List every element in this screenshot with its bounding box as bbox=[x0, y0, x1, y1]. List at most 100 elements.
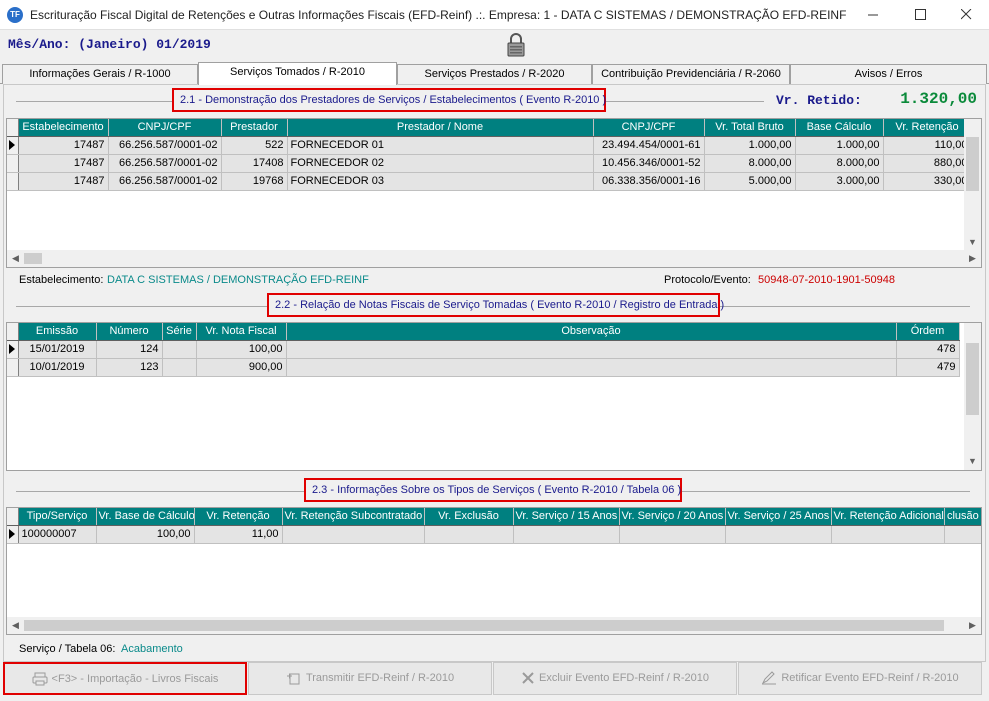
col-header[interactable]: Emissão bbox=[18, 323, 97, 341]
cell[interactable]: 522 bbox=[221, 136, 288, 155]
table-row[interactable]: 17487 66.256.587/0001-02 522 FORNECEDOR … bbox=[7, 136, 972, 155]
cell[interactable]: 17487 bbox=[18, 136, 109, 155]
cell[interactable]: 66.256.587/0001-02 bbox=[108, 172, 222, 191]
cell[interactable] bbox=[286, 340, 897, 359]
excluir-button[interactable]: Excluir Evento EFD-Reinf / R-2010 bbox=[493, 662, 737, 695]
cell[interactable] bbox=[162, 340, 197, 359]
cell[interactable]: 06.338.356/0001-16 bbox=[593, 172, 705, 191]
cell[interactable]: 8.000,00 bbox=[795, 154, 884, 173]
close-button[interactable] bbox=[943, 0, 989, 30]
cell[interactable]: 479 bbox=[896, 358, 960, 377]
col-header[interactable]: Vr. Serviço / 20 Anos bbox=[619, 508, 726, 526]
cell[interactable]: 123 bbox=[96, 358, 163, 377]
tab-servicos-prestados[interactable]: Serviços Prestados / R-2020 bbox=[397, 64, 592, 84]
col-header[interactable]: Vr. Nota Fiscal bbox=[196, 323, 287, 341]
minimize-button[interactable] bbox=[850, 0, 896, 30]
cell[interactable]: 900,00 bbox=[196, 358, 287, 377]
vertical-scrollbar[interactable]: ▼ bbox=[964, 119, 981, 251]
cell[interactable]: 23.494.454/0001-61 bbox=[593, 136, 705, 155]
cell[interactable]: 17487 bbox=[18, 154, 109, 173]
cell[interactable]: 11,00 bbox=[194, 525, 283, 544]
scroll-left-icon[interactable]: ◀ bbox=[7, 250, 24, 267]
tab-servicos-tomados[interactable]: Serviços Tomados / R-2010 bbox=[198, 62, 397, 85]
col-header[interactable]: Tipo/Serviço bbox=[18, 508, 97, 526]
col-header[interactable]: CNPJ/CPF bbox=[108, 119, 222, 137]
cell[interactable]: 124 bbox=[96, 340, 163, 359]
col-header[interactable]: Vr. Total Bruto bbox=[704, 119, 796, 137]
cell[interactable]: FORNECEDOR 01 bbox=[287, 136, 594, 155]
transmitir-button[interactable]: Transmitir EFD-Reinf / R-2010 bbox=[248, 662, 492, 695]
col-header[interactable]: clusão Ac bbox=[944, 508, 981, 526]
vertical-scrollbar[interactable]: ▼ bbox=[964, 323, 981, 470]
tab-avisos-erros[interactable]: Avisos / Erros bbox=[790, 64, 987, 84]
cell[interactable]: 3.000,00 bbox=[795, 172, 884, 191]
retificar-button[interactable]: Retificar Evento EFD-Reinf / R-2010 bbox=[738, 662, 982, 695]
col-header[interactable]: Observação bbox=[286, 323, 897, 341]
table-row[interactable]: 15/01/2019 124 100,00 478 bbox=[7, 340, 960, 359]
cell[interactable]: 17408 bbox=[221, 154, 288, 173]
cell[interactable]: 10.456.346/0001-52 bbox=[593, 154, 705, 173]
table-row[interactable]: 100000007 100,00 11,00 bbox=[7, 525, 981, 544]
importacao-button[interactable]: <F3> - Importação - Livros Fiscais bbox=[3, 662, 247, 695]
cell[interactable]: 5.000,00 bbox=[704, 172, 796, 191]
col-header[interactable]: Vr. Base de Cálculo bbox=[96, 508, 195, 526]
cell[interactable]: 8.000,00 bbox=[704, 154, 796, 173]
col-header[interactable]: Vr. Retenção Adicional bbox=[831, 508, 945, 526]
tab-contribuicao-previdenciaria[interactable]: Contribuição Previdenciária / R-2060 bbox=[592, 64, 790, 84]
scroll-down-icon[interactable]: ▼ bbox=[964, 234, 981, 251]
cell[interactable]: 1.000,00 bbox=[704, 136, 796, 155]
cell[interactable] bbox=[424, 525, 514, 544]
col-header[interactable]: CNPJ/CPF bbox=[593, 119, 705, 137]
lock-icon[interactable] bbox=[505, 32, 527, 58]
cell[interactable]: 19768 bbox=[221, 172, 288, 191]
cell[interactable]: 100000007 bbox=[18, 525, 97, 544]
cell[interactable]: FORNECEDOR 02 bbox=[287, 154, 594, 173]
cell[interactable]: FORNECEDOR 03 bbox=[287, 172, 594, 191]
table-row[interactable]: 17487 66.256.587/0001-02 17408 FORNECEDO… bbox=[7, 154, 972, 173]
col-header[interactable]: Vr. Exclusão bbox=[424, 508, 514, 526]
col-header[interactable]: Vr. Serviço / 15 Anos bbox=[513, 508, 620, 526]
horizontal-scrollbar[interactable]: ◀ ▶ bbox=[7, 617, 981, 634]
col-header[interactable]: Base Cálculo bbox=[795, 119, 884, 137]
cell[interactable]: 100,00 bbox=[96, 525, 195, 544]
cell[interactable]: 15/01/2019 bbox=[18, 340, 97, 359]
cell[interactable]: 330,00 bbox=[883, 172, 972, 191]
horizontal-scrollbar[interactable]: ◀ ▶ bbox=[7, 250, 981, 267]
cell[interactable]: 1.000,00 bbox=[795, 136, 884, 155]
table-row[interactable]: 10/01/2019 123 900,00 479 bbox=[7, 358, 960, 377]
col-header[interactable]: Vr. Retenção Subcontratado bbox=[282, 508, 425, 526]
scroll-right-icon[interactable]: ▶ bbox=[964, 250, 981, 267]
cell[interactable] bbox=[831, 525, 945, 544]
cell[interactable] bbox=[282, 525, 425, 544]
scroll-thumb[interactable] bbox=[24, 620, 944, 631]
col-header[interactable]: Série bbox=[162, 323, 197, 341]
tipos-servico-grid[interactable]: Tipo/Serviço Vr. Base de Cálculo Vr. Ret… bbox=[6, 507, 982, 635]
cell[interactable] bbox=[725, 525, 832, 544]
col-header[interactable]: Estabelecimento bbox=[18, 119, 109, 137]
notas-fiscais-grid[interactable]: Emissão Número Série Vr. Nota Fiscal Obs… bbox=[6, 322, 982, 471]
scroll-thumb[interactable] bbox=[966, 343, 979, 415]
cell[interactable]: 17487 bbox=[18, 172, 109, 191]
col-header[interactable]: Vr. Retenção bbox=[194, 508, 283, 526]
cell[interactable]: 66.256.587/0001-02 bbox=[108, 154, 222, 173]
cell[interactable]: 880,00 bbox=[883, 154, 972, 173]
maximize-button[interactable] bbox=[897, 0, 943, 30]
cell[interactable] bbox=[619, 525, 726, 544]
col-header[interactable]: Número bbox=[96, 323, 163, 341]
scroll-down-icon[interactable]: ▼ bbox=[964, 453, 981, 470]
scroll-right-icon[interactable]: ▶ bbox=[964, 617, 981, 634]
cell[interactable] bbox=[162, 358, 197, 377]
cell[interactable]: 10/01/2019 bbox=[18, 358, 97, 377]
scroll-left-icon[interactable]: ◀ bbox=[7, 617, 24, 634]
col-header[interactable]: Órdem bbox=[896, 323, 960, 341]
cell[interactable] bbox=[513, 525, 620, 544]
cell[interactable] bbox=[944, 525, 981, 544]
col-header[interactable]: Prestador / Nome bbox=[287, 119, 594, 137]
table-row[interactable]: 17487 66.256.587/0001-02 19768 FORNECEDO… bbox=[7, 172, 972, 191]
prestadores-grid[interactable]: Estabelecimento CNPJ/CPF Prestador Prest… bbox=[6, 118, 982, 268]
cell[interactable]: 478 bbox=[896, 340, 960, 359]
cell[interactable]: 110,00 bbox=[883, 136, 972, 155]
cell[interactable]: 66.256.587/0001-02 bbox=[108, 136, 222, 155]
cell[interactable]: 100,00 bbox=[196, 340, 287, 359]
col-header[interactable]: Vr. Retenção bbox=[883, 119, 972, 137]
